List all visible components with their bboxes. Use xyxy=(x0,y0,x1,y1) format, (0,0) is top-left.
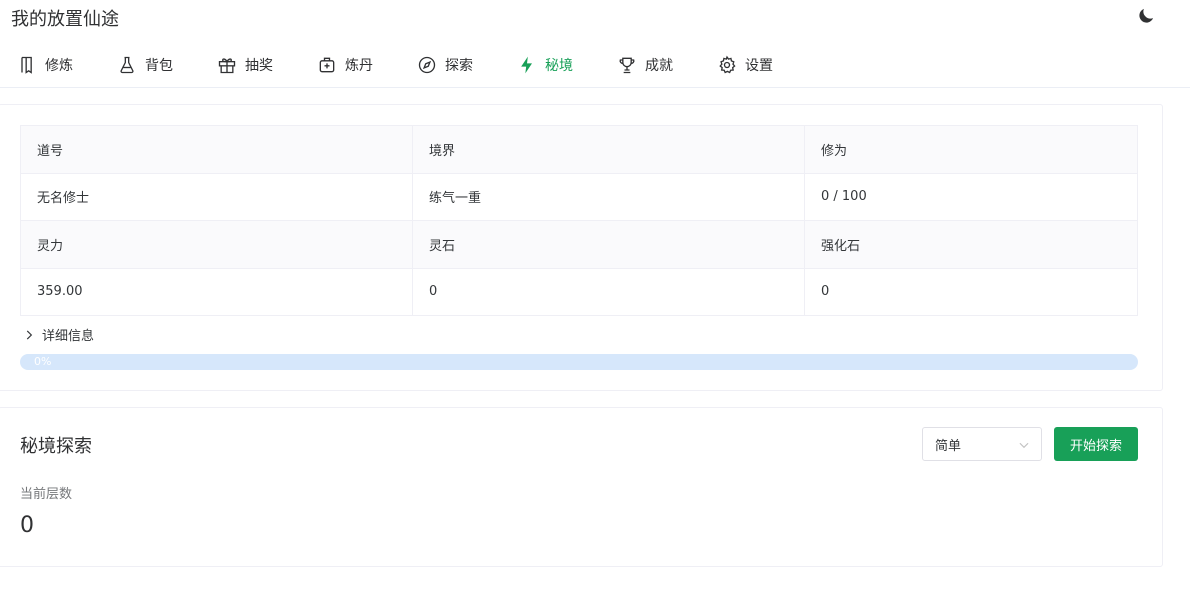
moon-icon[interactable] xyxy=(1136,6,1156,26)
table-row: 道号 境界 修为 xyxy=(20,125,1138,174)
table-header-cell: 灵石 xyxy=(412,220,805,269)
details-label: 详细信息 xyxy=(42,329,95,344)
table-header-cell: 修为 xyxy=(804,125,1138,174)
nav-label: 探索 xyxy=(445,58,473,74)
stats-table: 道号 境界 修为 无名修士 练气一重 0 / 100 灵力 灵石 强化石 359… xyxy=(20,125,1138,316)
floor-value: 0 xyxy=(20,513,34,538)
book-icon xyxy=(21,56,32,74)
nav-label: 成就 xyxy=(645,58,673,74)
compass-icon xyxy=(418,56,436,74)
floor-label: 当前层数 xyxy=(20,487,73,502)
gear-icon xyxy=(719,55,736,74)
difficulty-value: 简单 xyxy=(935,438,962,454)
nav-label: 炼丹 xyxy=(345,58,373,74)
nav-label: 设置 xyxy=(745,58,773,74)
progress-text: 0% xyxy=(34,355,52,368)
bolt-icon xyxy=(521,56,532,74)
chevron-down-icon xyxy=(1019,442,1029,449)
trophy-icon xyxy=(619,57,635,74)
nav-label: 秘境 xyxy=(545,58,573,74)
nav-item-settings[interactable]: 设置 xyxy=(717,44,773,86)
cultivation-progress-bar: 0% xyxy=(20,354,1138,370)
table-cell: 0 xyxy=(412,267,805,316)
table-row: 359.00 0 0 xyxy=(20,267,1138,316)
table-header-cell: 道号 xyxy=(20,125,413,174)
table-header-cell: 灵力 xyxy=(20,220,413,269)
medkit-icon xyxy=(319,57,335,73)
table-cell: 0 xyxy=(804,267,1138,316)
table-cell: 无名修士 xyxy=(20,172,413,221)
table-header-cell: 境界 xyxy=(412,125,805,174)
nav-item-cultivate[interactable]: 修炼 xyxy=(17,44,73,86)
chevron-right-icon xyxy=(26,330,33,339)
nav-label: 修炼 xyxy=(45,58,73,74)
app-title: 我的放置仙途 xyxy=(11,9,119,30)
nav-item-bag[interactable]: 背包 xyxy=(117,44,173,86)
nav-item-achievements[interactable]: 成就 xyxy=(617,44,673,86)
gift-icon xyxy=(218,58,236,74)
details-collapse[interactable]: 详细信息 xyxy=(22,325,94,344)
table-header-cell: 强化石 xyxy=(804,220,1138,269)
table-cell: 359.00 xyxy=(20,267,413,316)
start-explore-button[interactable]: 开始探索 xyxy=(1054,427,1138,461)
table-row: 无名修士 练气一重 0 / 100 xyxy=(20,172,1138,221)
table-row: 灵力 灵石 强化石 xyxy=(20,220,1138,269)
nav-item-lottery[interactable]: 抽奖 xyxy=(217,44,273,86)
flask-icon xyxy=(120,56,134,74)
main-nav: 修炼 背包 抽奖 炼丹 探索 秘境 成就 设置 xyxy=(0,44,1190,88)
table-cell: 练气一重 xyxy=(412,172,805,221)
realm-title: 秘境探索 xyxy=(20,436,92,457)
table-cell: 0 / 100 xyxy=(804,172,1138,221)
nav-item-explore[interactable]: 探索 xyxy=(417,44,473,86)
difficulty-select[interactable]: 简单 xyxy=(922,427,1042,461)
nav-label: 背包 xyxy=(145,58,173,74)
nav-label: 抽奖 xyxy=(245,58,273,74)
nav-item-realm[interactable]: 秘境 xyxy=(517,44,573,86)
nav-item-alchemy[interactable]: 炼丹 xyxy=(317,44,373,86)
